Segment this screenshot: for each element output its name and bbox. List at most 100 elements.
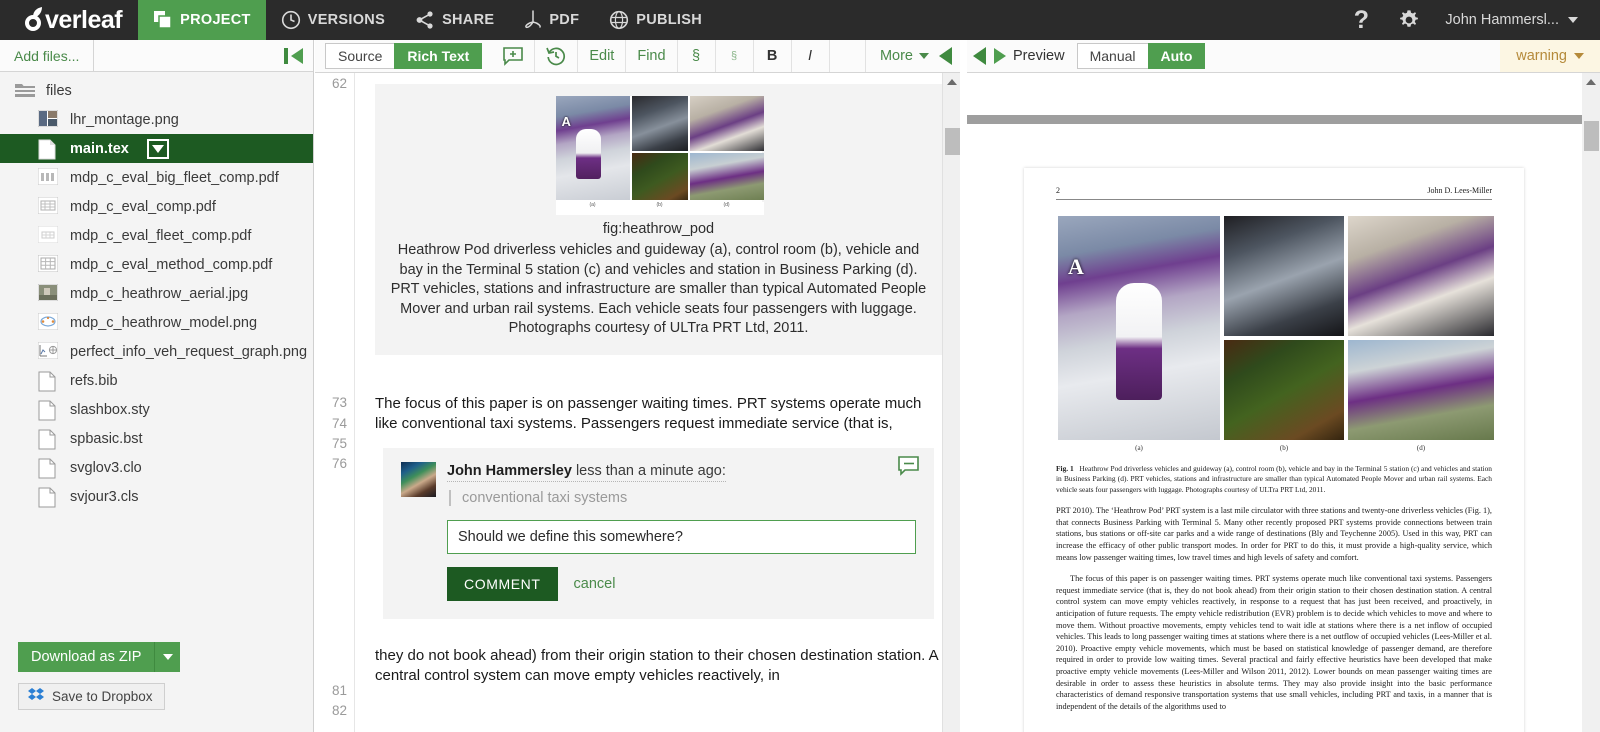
- toolbar-left-pad: [315, 40, 325, 72]
- nav-versions[interactable]: VERSIONS: [266, 0, 400, 40]
- tree-file-svjour3-cls[interactable]: svjour3.cls: [0, 482, 313, 511]
- tree-file-mdp-c-heathrow-model[interactable]: mdp_c_heathrow_model.png: [0, 308, 313, 337]
- section-button[interactable]: §: [678, 40, 716, 72]
- tree-file-label: refs.bib: [70, 372, 118, 389]
- pdf-figure: (a) (b) (d): [1058, 216, 1494, 456]
- line-number-gutter: 62 73 74 75 76 81 82: [315, 73, 355, 732]
- figure-sublabel-d: (d): [689, 202, 764, 215]
- tree-file-label: lhr_montage.png: [70, 111, 179, 128]
- help-icon[interactable]: ?: [1339, 0, 1383, 40]
- pdf-scrollbar[interactable]: [1582, 73, 1600, 732]
- italic-button[interactable]: I: [792, 40, 830, 72]
- scroll-up-arrow-icon[interactable]: [1586, 79, 1596, 85]
- preview-label-group[interactable]: Preview: [994, 40, 1077, 72]
- tree-file-label: mdp_c_heathrow_aerial.jpg: [70, 285, 249, 302]
- tree-file-mdp-c-heathrow-aerial[interactable]: mdp_c_heathrow_aerial.jpg: [0, 279, 313, 308]
- editor-scrollbar-thumb[interactable]: [945, 128, 960, 155]
- figure-image-grid: (a) (b) (d): [555, 96, 764, 215]
- preview-label: Preview: [1013, 48, 1065, 64]
- tree-file-label: perfect_info_veh_request_graph.png: [70, 343, 308, 360]
- collapse-sidebar-button[interactable]: [275, 40, 313, 71]
- pdf-page: 2 John D. Lees-Miller (a) (b) (d) Fig. 1…: [1024, 168, 1524, 732]
- tree-file-perfect-info-veh-request-graph[interactable]: perfect_info_veh_request_graph.png: [0, 337, 313, 366]
- nav-share[interactable]: SHARE: [400, 0, 509, 40]
- tree-file-mdp-c-eval-comp[interactable]: mdp_c_eval_comp.pdf: [0, 192, 313, 221]
- history-button[interactable]: [535, 40, 579, 72]
- comment-bubble-button[interactable]: [898, 456, 920, 482]
- nav-project[interactable]: PROJECT: [138, 0, 266, 40]
- file-menu-dropdown[interactable]: [146, 138, 169, 159]
- editor-paragraph-after[interactable]: they do not book ahead) from their origi…: [375, 646, 942, 686]
- tab-rich-text[interactable]: Rich Text: [394, 43, 483, 69]
- tab-auto[interactable]: Auto: [1147, 43, 1206, 69]
- line-number: 81: [331, 683, 347, 698]
- gear-icon[interactable]: [1387, 0, 1431, 40]
- collapse-editor-button[interactable]: [939, 40, 960, 72]
- more-menu-button[interactable]: More: [866, 40, 939, 72]
- find-button[interactable]: Find: [626, 40, 678, 72]
- history-icon: [281, 10, 301, 30]
- expand-pdf-button[interactable]: [967, 40, 994, 72]
- comment-row: John Hammersley less than a minute ago: …: [401, 461, 916, 601]
- collapse-left-icon: [939, 47, 952, 65]
- pdf-icon: [524, 10, 542, 30]
- comment-timestamp: less than a minute ago:: [575, 462, 726, 479]
- file-tree: files lhr_montage.png main.tex mdp_c_eva…: [0, 72, 313, 511]
- tab-manual[interactable]: Manual: [1076, 43, 1148, 69]
- comment-box: John Hammersley less than a minute ago: …: [383, 447, 934, 619]
- nav-publish[interactable]: PUBLISH: [594, 0, 717, 40]
- pdf-page-header: 2 John D. Lees-Miller: [1056, 186, 1492, 200]
- overleaf-logo[interactable]: verleaf: [0, 0, 138, 40]
- submit-comment-button[interactable]: COMMENT: [447, 566, 558, 601]
- editor-paragraph-before[interactable]: The focus of this paper is on passenger …: [375, 394, 942, 434]
- download-zip-button[interactable]: Download as ZIP: [18, 642, 155, 672]
- tree-file-spbasic-bst[interactable]: spbasic.bst: [0, 424, 313, 453]
- tree-file-label: mdp_c_eval_method_comp.pdf: [70, 256, 273, 273]
- pdf-toolbar-spacer: [1205, 40, 1500, 72]
- editor-content[interactable]: (a) (b) (d) fig:heathrow_pod Heathrow Po…: [355, 73, 960, 732]
- tree-file-mdp-c-eval-big-fleet-comp[interactable]: mdp_c_eval_big_fleet_comp.pdf: [0, 163, 313, 192]
- tree-file-label: mdp_c_eval_comp.pdf: [70, 198, 216, 215]
- cancel-comment-button[interactable]: cancel: [574, 576, 616, 592]
- nav-share-label: SHARE: [442, 12, 495, 28]
- subsection-button[interactable]: §: [716, 40, 754, 72]
- editor-scrollbar[interactable]: [942, 73, 960, 732]
- pdf-preview-pane: Preview Manual Auto warning 2 John D. Le…: [967, 40, 1600, 732]
- line-number: 76: [331, 456, 347, 471]
- add-comment-button[interactable]: [492, 40, 536, 72]
- pdf-body[interactable]: 2 John D. Lees-Miller (a) (b) (d) Fig. 1…: [967, 73, 1600, 732]
- add-files-button[interactable]: Add files...: [0, 40, 95, 71]
- tree-file-lhr-montage[interactable]: lhr_montage.png: [0, 105, 313, 134]
- tree-file-mdp-c-eval-method-comp[interactable]: mdp_c_eval_method_comp.pdf: [0, 250, 313, 279]
- nav-pdf[interactable]: PDF: [509, 0, 594, 40]
- pdf-figure-caption-title: Fig. 1: [1056, 464, 1074, 473]
- save-to-dropbox-button[interactable]: Save to Dropbox: [18, 683, 165, 710]
- status-badge[interactable]: warning: [1500, 40, 1600, 72]
- figure-block[interactable]: (a) (b) (d) fig:heathrow_pod Heathrow Po…: [375, 84, 942, 355]
- tree-file-mdp-c-eval-fleet-comp[interactable]: mdp_c_eval_fleet_comp.pdf: [0, 221, 313, 250]
- sidebar-header: Add files...: [0, 40, 313, 72]
- tree-file-slashbox-sty[interactable]: slashbox.sty: [0, 395, 313, 424]
- tree-folder-files[interactable]: files: [0, 76, 313, 105]
- pdf-thumb-icon: [37, 196, 60, 217]
- user-menu[interactable]: John Hammersl...: [1435, 12, 1584, 28]
- pdf-scrollbar-thumb[interactable]: [1584, 121, 1599, 151]
- sidebar-footer: Download as ZIP Save to Dropbox: [0, 642, 314, 732]
- tree-file-main-tex[interactable]: main.tex: [0, 134, 313, 163]
- tree-file-svglov3-clo[interactable]: svglov3.clo: [0, 453, 313, 482]
- edit-menu-button[interactable]: Edit: [578, 40, 627, 72]
- brand-text: verleaf: [45, 5, 123, 34]
- pdf-compile-mode-switch: Manual Auto: [1076, 40, 1206, 72]
- file-icon: [38, 458, 60, 478]
- line-number: 74: [331, 416, 347, 431]
- scroll-up-arrow-icon[interactable]: [947, 79, 957, 85]
- bold-button[interactable]: B: [754, 40, 792, 72]
- tree-file-refs-bib[interactable]: refs.bib: [0, 366, 313, 395]
- download-zip-dropdown[interactable]: [154, 642, 181, 672]
- line-number: 62: [331, 76, 347, 91]
- file-icon: [38, 371, 60, 391]
- history-clock-icon: [546, 47, 566, 66]
- tree-file-label: mdp_c_eval_fleet_comp.pdf: [70, 227, 252, 244]
- comment-input[interactable]: [447, 519, 916, 554]
- tab-source[interactable]: Source: [325, 43, 395, 69]
